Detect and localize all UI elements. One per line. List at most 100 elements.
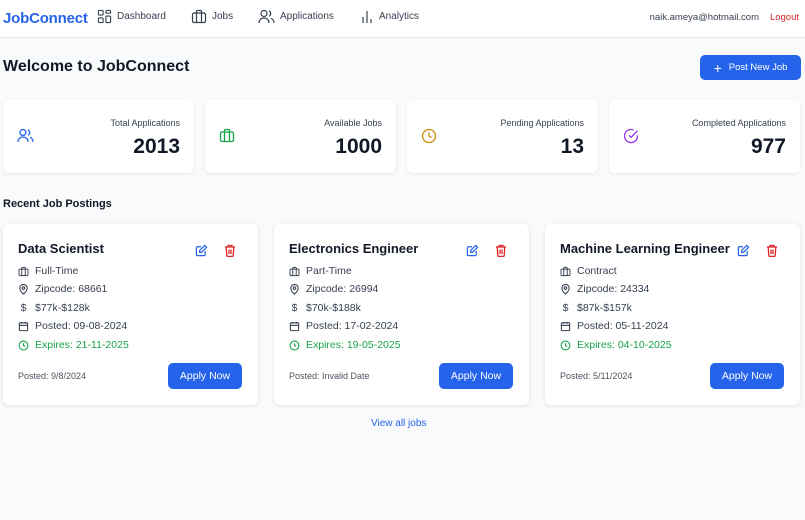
map-pin-icon <box>561 283 570 295</box>
job-salary: $ $87k-$157k <box>560 302 632 314</box>
edit-icon[interactable] <box>195 244 208 257</box>
clock-icon <box>560 340 571 350</box>
job-posted: Posted: 17-02-2024 <box>289 320 398 332</box>
dollar-icon: $ <box>20 302 27 314</box>
job-zipcode-text: Zipcode: 24334 <box>577 283 650 295</box>
stat-value: 2013 <box>133 135 180 158</box>
nav-item-dashboard[interactable]: Dashboard <box>97 9 166 24</box>
job-salary-text: $77k-$128k <box>35 302 90 314</box>
clock-icon <box>289 340 300 350</box>
job-salary-text: $70k-$188k <box>306 302 361 314</box>
job-card-electronics-engineer: Electronics Engineer Part-Time Zipcode: … <box>274 224 529 405</box>
calendar-icon <box>560 321 571 331</box>
job-zipcode: Zipcode: 68661 <box>18 283 107 295</box>
trash-icon[interactable] <box>766 244 778 257</box>
section-title-recent-jobs: Recent Job Postings <box>3 198 112 210</box>
stat-card-total-applications: Total Applications 2013 <box>3 100 194 173</box>
job-salary: $ $77k-$128k <box>18 302 90 314</box>
nav-item-jobs[interactable]: Jobs <box>191 9 233 24</box>
job-expires-text: Expires: 19-05-2025 <box>306 339 401 351</box>
stat-card-completed-applications: Completed Applications 977 <box>609 100 800 173</box>
job-title: Electronics Engineer <box>289 241 419 256</box>
job-expires-text: Expires: 21-11-2025 <box>35 339 129 351</box>
bar-chart-icon <box>362 11 372 23</box>
job-type: Part-Time <box>289 265 352 277</box>
nav-item-label: Analytics <box>379 11 420 22</box>
view-all-jobs-link[interactable]: View all jobs <box>371 418 426 429</box>
job-card-machine-learning-engineer: Machine Learning Engineer Contract Zipco… <box>545 224 800 405</box>
job-zipcode-text: Zipcode: 68661 <box>35 283 108 295</box>
users-icon <box>258 9 275 24</box>
dollar-icon: $ <box>291 302 298 314</box>
users-icon <box>17 128 34 143</box>
job-posted-text: Posted: 05-11-2024 <box>577 320 669 332</box>
nav-item-label: Dashboard <box>117 11 166 22</box>
stat-card-pending-applications: Pending Applications 13 <box>407 100 598 173</box>
map-pin-icon <box>19 283 28 295</box>
stat-value: 13 <box>560 135 584 158</box>
job-salary-text: $87k-$157k <box>577 302 632 314</box>
job-title: Machine Learning Engineer <box>560 241 730 256</box>
job-footer-posted: Posted: 5/11/2024 <box>560 371 633 381</box>
post-new-job-button[interactable]: + Post New Job <box>700 55 801 80</box>
job-zipcode: Zipcode: 24334 <box>560 283 649 295</box>
briefcase-icon <box>18 266 29 276</box>
check-circle-icon <box>623 128 639 144</box>
apply-now-button[interactable]: Apply Now <box>168 363 242 389</box>
nav-item-analytics[interactable]: Analytics <box>360 9 419 24</box>
job-salary: $ $70k-$188k <box>289 302 361 314</box>
stat-label: Total Applications <box>110 118 180 128</box>
job-zipcode-text: Zipcode: 26994 <box>306 283 379 295</box>
job-type: Full-Time <box>18 265 78 277</box>
clock-icon <box>18 340 29 350</box>
stat-card-available-jobs: Available Jobs 1000 <box>205 100 396 173</box>
briefcase-icon <box>219 128 235 143</box>
plus-icon: + <box>713 59 722 76</box>
clock-icon <box>421 128 437 144</box>
job-type-text: Part-Time <box>306 265 352 277</box>
edit-icon[interactable] <box>737 244 750 257</box>
apply-now-button[interactable]: Apply Now <box>710 363 784 389</box>
job-footer-posted: Posted: 9/8/2024 <box>18 371 87 381</box>
top-nav: JobConnect Dashboard Jobs Applications A… <box>0 0 805 38</box>
job-footer-posted: Posted: Invalid Date <box>289 371 370 381</box>
job-type-text: Contract <box>577 265 617 277</box>
stat-value: 977 <box>750 135 786 158</box>
edit-icon[interactable] <box>466 244 479 257</box>
stat-label: Available Jobs <box>324 118 382 128</box>
calendar-icon <box>18 321 29 331</box>
page-title: Welcome to JobConnect <box>3 58 190 75</box>
job-posted: Posted: 05-11-2024 <box>560 320 668 332</box>
logout-link[interactable]: Logout <box>770 12 799 23</box>
job-expires: Expires: 21-11-2025 <box>18 339 129 351</box>
calendar-icon <box>289 321 300 331</box>
job-posted-text: Posted: 09-08-2024 <box>35 320 128 332</box>
nav-item-applications[interactable]: Applications <box>258 9 334 24</box>
trash-icon[interactable] <box>495 244 507 257</box>
job-type: Contract <box>560 265 617 277</box>
job-card-data-scientist: Data Scientist Full-Time Zipcode: 68661 … <box>3 224 258 405</box>
job-posted-text: Posted: 17-02-2024 <box>306 320 399 332</box>
job-expires: Expires: 04-10-2025 <box>560 339 672 351</box>
job-title: Data Scientist <box>18 241 104 256</box>
nav-item-label: Applications <box>280 11 334 22</box>
job-expires-text: Expires: 04-10-2025 <box>577 339 672 351</box>
trash-icon[interactable] <box>224 244 236 257</box>
stat-label: Pending Applications <box>500 118 584 128</box>
job-posted: Posted: 09-08-2024 <box>18 320 127 332</box>
job-zipcode: Zipcode: 26994 <box>289 283 378 295</box>
apply-now-button[interactable]: Apply Now <box>439 363 513 389</box>
stat-label: Completed Applications <box>691 118 786 128</box>
job-type-text: Full-Time <box>35 265 79 277</box>
briefcase-icon <box>560 266 571 276</box>
dollar-icon: $ <box>562 302 569 314</box>
nav-item-label: Jobs <box>212 11 234 22</box>
map-pin-icon <box>290 283 299 295</box>
brand-logo[interactable]: JobConnect <box>3 10 88 27</box>
stat-value: 1000 <box>335 135 382 158</box>
job-expires: Expires: 19-05-2025 <box>289 339 401 351</box>
dashboard-grid-icon <box>97 9 112 24</box>
briefcase-icon <box>191 9 207 24</box>
user-email: naik.ameya@hotmail.com <box>649 12 759 23</box>
post-new-job-label: Post New Job <box>728 62 788 73</box>
